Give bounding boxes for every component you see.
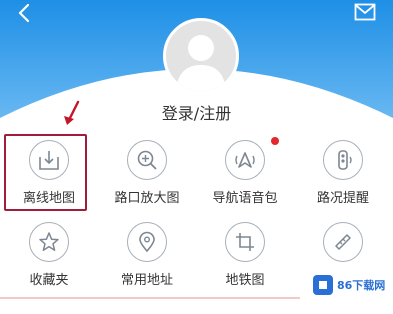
back-button[interactable] bbox=[14, 2, 36, 24]
traffic-alert-icon bbox=[323, 140, 363, 180]
ruler-icon bbox=[323, 222, 363, 262]
menu-item-voice-pack[interactable]: 导航语音包 bbox=[196, 135, 294, 209]
menu-item-label: 导航语音包 bbox=[212, 191, 278, 206]
menu-item-subway-map[interactable]: 地铁图 bbox=[196, 217, 294, 291]
star-icon bbox=[29, 222, 69, 262]
menu-item-frequent-addresses[interactable]: 常用地址 bbox=[98, 217, 196, 291]
menu-item-label: 收藏夹 bbox=[29, 273, 69, 288]
selection-highlight bbox=[4, 134, 87, 211]
menu-item-intersection-zoom[interactable]: 路口放大图 bbox=[98, 135, 196, 209]
menu-item-favorites[interactable]: 收藏夹 bbox=[0, 217, 98, 291]
location-pin-icon bbox=[127, 222, 167, 262]
chevron-left-icon bbox=[18, 3, 30, 23]
menu-item-label: 路口放大图 bbox=[114, 191, 180, 206]
avatar[interactable] bbox=[163, 18, 239, 94]
user-silhouette-icon bbox=[176, 35, 226, 91]
mail-icon bbox=[354, 3, 376, 21]
watermark-logo-icon bbox=[313, 275, 333, 295]
mail-button[interactable] bbox=[354, 3, 376, 21]
menu-item-traffic-alert[interactable]: 路况提醒 bbox=[294, 135, 392, 209]
watermark: 86下载网 bbox=[313, 272, 391, 298]
menu-item-label: 地铁图 bbox=[225, 273, 265, 288]
annotation-arrow-icon bbox=[64, 100, 80, 125]
new-badge bbox=[271, 137, 279, 145]
watermark-text: 86下载网 bbox=[337, 279, 386, 292]
divider bbox=[0, 297, 300, 299]
menu-item-label: 常用地址 bbox=[120, 273, 173, 288]
login-register-link[interactable]: 登录/注册 bbox=[0, 100, 393, 124]
intersection-zoom-icon bbox=[127, 140, 167, 180]
menu-item-label: 路况提醒 bbox=[316, 191, 369, 206]
voice-pack-icon bbox=[225, 140, 265, 180]
crop-frame-icon bbox=[225, 222, 265, 262]
